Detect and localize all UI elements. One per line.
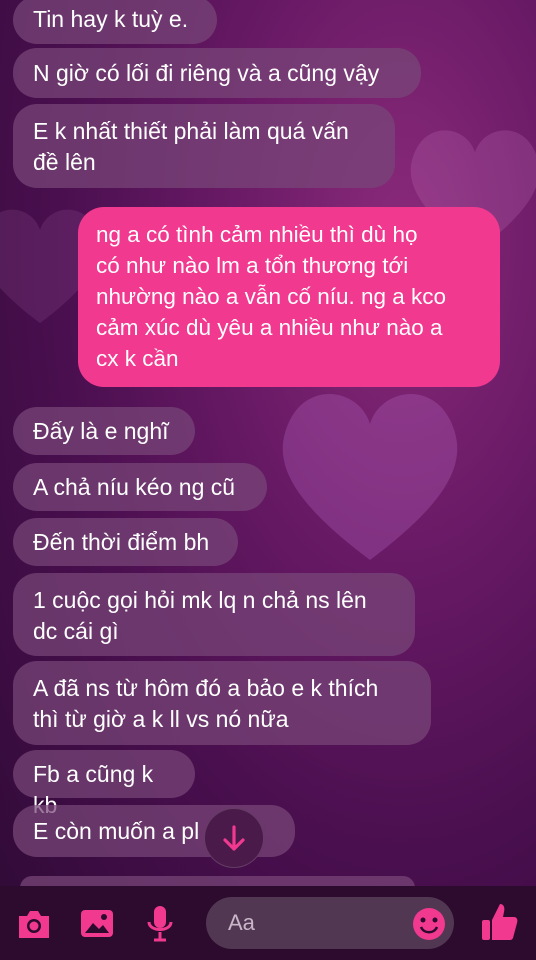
message-text: A chả níu kéo ng cũ — [33, 474, 236, 500]
like-icon[interactable] — [478, 900, 520, 944]
camera-icon[interactable] — [14, 904, 54, 944]
message-bubble[interactable]: Đến thời điểm bh — [13, 518, 238, 566]
emoji-icon[interactable] — [411, 906, 447, 942]
message-text: A đã ns từ hôm đó a bảo e k thích thì từ… — [33, 675, 379, 732]
message-text: 1 cuộc gọi hỏi mk lq n chả ns lên dc cái… — [33, 587, 367, 644]
message-bubble[interactable]: Fb a cũng k kb — [13, 750, 195, 818]
scroll-to-bottom-button[interactable] — [204, 808, 264, 868]
arrow-down-icon — [223, 825, 245, 851]
message-input-placeholder: Aa — [228, 910, 255, 935]
message-bubble[interactable]: Đấy là e nghĩ — [13, 407, 195, 455]
message-text: Đến thời điểm bh — [33, 529, 210, 555]
message-bubble[interactable]: A đã ns từ hôm đó a bảo e k thích thì từ… — [13, 661, 431, 745]
gallery-icon[interactable] — [78, 904, 116, 942]
background-heart-icon — [282, 394, 458, 560]
message-text: Đấy là e nghĩ — [33, 418, 169, 444]
message-bubble[interactable]: N giờ có lối đi riêng và a cũng vậy — [13, 48, 421, 98]
microphone-icon[interactable] — [142, 902, 178, 944]
message-bubble[interactable]: 1 cuộc gọi hỏi mk lq n chả ns lên dc cái… — [13, 573, 415, 656]
message-bubble[interactable]: A chả níu kéo ng cũ — [13, 463, 267, 511]
message-text: Tin hay k tuỳ e. — [33, 6, 189, 32]
message-text: ng a có tình cảm nhiều thì dù họ có như … — [96, 222, 447, 371]
message-bubble[interactable]: Tin hay k tuỳ e. — [13, 0, 217, 44]
message-bubble[interactable]: E k nhất thiết phải làm quá vấn đề lên — [13, 104, 395, 188]
message-text: E k nhất thiết phải làm quá vấn đề lên — [33, 118, 349, 175]
message-text: N giờ có lối đi riêng và a cũng vậy — [33, 60, 380, 86]
message-bubble-sent[interactable]: ng a có tình cảm nhiều thì dù họ có như … — [78, 207, 500, 387]
